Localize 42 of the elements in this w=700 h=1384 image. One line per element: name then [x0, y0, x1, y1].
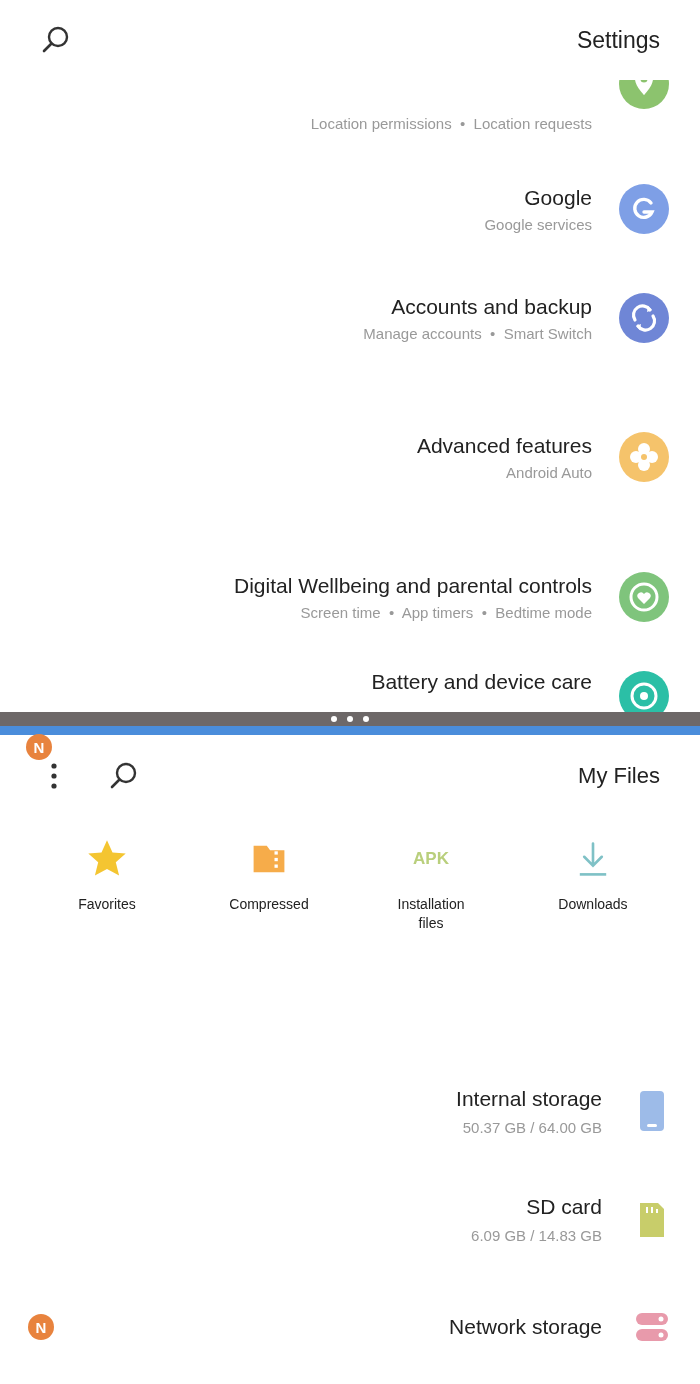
item-title: Digital Wellbeing and parental controls — [234, 573, 592, 598]
storage-item[interactable]: SD card 6.09 GB / 14.83 GB — [0, 1165, 700, 1273]
item-subtitle: Android Auto — [506, 463, 592, 481]
category-item[interactable]: Downloads — [533, 837, 653, 997]
settings-item[interactable]: Digital Wellbeing and parental controls Screen time • App timers • Bedtime mode — [0, 546, 700, 648]
item-title: Advanced features — [416, 433, 592, 458]
category-label: Installation files — [396, 895, 466, 933]
storage-item[interactable]: Internal storage 50.37 GB / 64.00 GB — [0, 1057, 700, 1165]
item-subtitle: Screen time • App timers • Bedtime mode — [300, 603, 592, 621]
g-letter-icon — [618, 183, 670, 235]
notification-badge: N — [28, 1314, 54, 1340]
category-label: Downloads — [557, 895, 629, 914]
storage-usage: 50.37 GB / 64.00 GB — [462, 1118, 602, 1136]
flower-icon — [618, 431, 670, 483]
apk-icon: APK — [413, 849, 449, 869]
settings-item[interactable]: Google Google services — [0, 150, 700, 268]
category-label: Favorites — [77, 895, 137, 914]
category-label: Compressed — [228, 895, 310, 914]
item-subtitle: Google services — [484, 215, 592, 233]
item-subtitle: Manage accounts • Smart Switch — [363, 324, 592, 342]
item-subtitle: Location permissions • Location requests — [310, 115, 592, 132]
settings-item[interactable]: Accounts and backup Manage accounts • Smart Switch — [0, 268, 700, 368]
storage-title: Internal storage — [456, 1086, 602, 1111]
sync-icon — [618, 292, 670, 344]
item-title: Battery and device care — [371, 670, 592, 694]
category-item[interactable]: Compressed — [209, 837, 329, 997]
app-title: Settings — [576, 26, 660, 54]
storage-title: SD card — [526, 1194, 602, 1219]
app-title: My Files — [578, 763, 660, 789]
more-options-icon[interactable] — [50, 762, 58, 790]
category-item[interactable]: APK Installation files — [371, 837, 491, 997]
notification-badge: N — [26, 734, 52, 760]
item-title: Google — [524, 185, 592, 210]
storage-title: Network storage — [449, 1315, 602, 1339]
device-care-icon — [618, 670, 670, 712]
storage-usage: 6.09 GB / 14.83 GB — [471, 1226, 602, 1244]
drag-handle-icon[interactable] — [330, 715, 370, 723]
settings-item[interactable]: Battery and device care — [0, 648, 700, 712]
storage-item[interactable]: N Network storage — [0, 1273, 700, 1381]
item-title: Accounts and backup — [391, 294, 592, 319]
settings-item[interactable]: Advanced features Android Auto — [0, 368, 700, 546]
category-item[interactable]: Favorites — [47, 837, 167, 997]
